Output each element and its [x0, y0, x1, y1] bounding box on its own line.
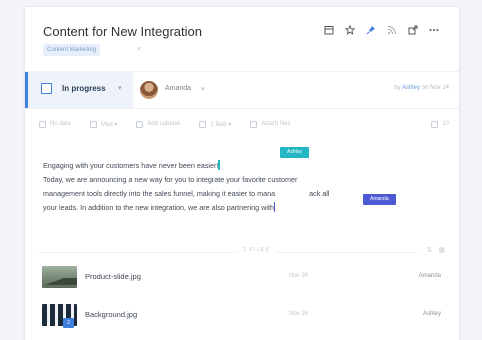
attachments-count: 2 FILES: [237, 247, 276, 253]
star-icon[interactable]: [345, 25, 355, 35]
attachments-actions: ⇅ ▦: [427, 246, 446, 254]
avatar[interactable]: [140, 81, 158, 99]
comments-icon: [431, 120, 439, 128]
collaborator-cursor: [218, 160, 220, 170]
rss-icon[interactable]: [387, 25, 397, 35]
calendar-icon: [39, 120, 46, 128]
status-label: In progress: [62, 84, 106, 93]
status-row: In progress ▾ Amanda ▾ by Ashley on Nov …: [25, 71, 459, 109]
creator-link[interactable]: Ashley: [402, 85, 420, 91]
assignee-name[interactable]: Amanda: [165, 85, 191, 92]
pin-icon[interactable]: [366, 25, 376, 35]
calendar-icon[interactable]: [324, 25, 334, 35]
chevron-down-icon[interactable]: ▾: [201, 85, 205, 93]
attachment-name[interactable]: Product-slide.jpg: [85, 272, 141, 281]
share-icon[interactable]: [408, 25, 418, 35]
chevron-down-icon: ▾: [118, 85, 122, 92]
grid-view-icon[interactable]: ▦: [438, 246, 445, 254]
text-line: Engaging with your customers have never …: [43, 160, 220, 170]
comments-button[interactable]: 10: [431, 120, 449, 128]
text-line: management tools directly into the sales…: [43, 189, 330, 198]
attach-files-button[interactable]: Attach files: [250, 120, 290, 128]
divider: [39, 252, 417, 253]
sort-icon[interactable]: ⇅: [427, 246, 433, 254]
version-badge[interactable]: 2: [63, 318, 74, 328]
attachments-header: 2 FILES ⇅ ▦: [39, 246, 445, 258]
attachment-thumbnail[interactable]: [42, 266, 77, 288]
task-actions: [324, 25, 439, 35]
attachment-date: Nov 26: [289, 273, 309, 279]
task-tag[interactable]: Content Marketing: [43, 44, 101, 56]
task-card: Content for New Integration Content Mark…: [24, 6, 460, 340]
text-line: Today, we are announcing a new way for y…: [43, 175, 298, 184]
due-date-button[interactable]: No date: [39, 120, 71, 128]
attachment-user: Amanda: [418, 273, 441, 279]
description-editor[interactable]: Engaging with your customers have never …: [43, 159, 443, 215]
attachment-user: Ashley: [422, 311, 441, 317]
attachment-row[interactable]: Product-slide.jpg Nov 26 Amanda: [39, 263, 445, 293]
collaborator-cursor: [273, 202, 276, 212]
fields-button[interactable]: 1 field ▾: [199, 120, 231, 128]
subtasks-icon: [136, 120, 144, 128]
more-icon[interactable]: [429, 25, 439, 35]
text-line: your leads. In addition to the new integ…: [43, 202, 276, 212]
add-subtask-button[interactable]: Add subtask: [136, 120, 180, 128]
attachment-name[interactable]: Background.jpg: [85, 310, 137, 319]
tag-remove-icon[interactable]: ×: [137, 44, 141, 56]
priority-icon: [90, 120, 98, 128]
checklist-icon: [199, 120, 207, 128]
created-by: by Ashley on Nov 14: [394, 85, 449, 91]
collaborator-cursor-flag: Ashley: [280, 147, 310, 158]
complete-checkbox[interactable]: [41, 83, 52, 94]
status-dropdown[interactable]: In progress ▾: [25, 72, 133, 108]
attach-icon: [250, 120, 258, 128]
attachment-row[interactable]: 2 Background.jpg Nov 26 Ashley: [39, 301, 445, 331]
attachment-date: Nov 26: [289, 311, 309, 317]
task-toolbar: No date Med ▾ Add subtask 1 field ▾ Atta…: [39, 117, 449, 131]
task-title[interactable]: Content for New Integration: [43, 24, 202, 39]
priority-button[interactable]: Med ▾: [90, 120, 117, 128]
